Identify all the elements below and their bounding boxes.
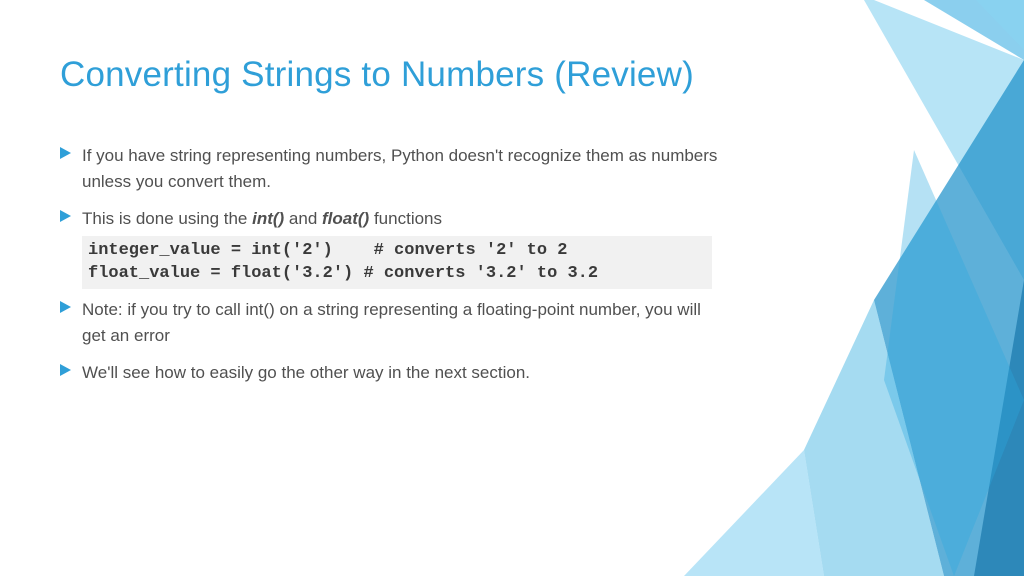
triangle-bullet-icon (60, 210, 82, 222)
bullet-text: We'll see how to easily go the other way… (82, 360, 722, 386)
code-block: integer_value = int('2') # converts '2' … (82, 236, 712, 290)
list-item: This is done using the int() and float()… (60, 206, 954, 232)
bullet-text: Note: if you try to call int() on a stri… (82, 297, 722, 348)
triangle-bullet-icon (60, 364, 82, 376)
bullet-text: This is done using the int() and float()… (82, 206, 722, 232)
list-item: If you have string representing numbers,… (60, 143, 954, 194)
triangle-bullet-icon (60, 147, 82, 159)
slide-content: Converting Strings to Numbers (Review) I… (0, 0, 1024, 438)
triangle-bullet-icon (60, 301, 82, 313)
list-item: We'll see how to easily go the other way… (60, 360, 954, 386)
bullet-list: If you have string representing numbers,… (60, 143, 954, 386)
bullet-text: If you have string representing numbers,… (82, 143, 722, 194)
slide-title: Converting Strings to Numbers (Review) (60, 55, 954, 95)
list-item: Note: if you try to call int() on a stri… (60, 297, 954, 348)
